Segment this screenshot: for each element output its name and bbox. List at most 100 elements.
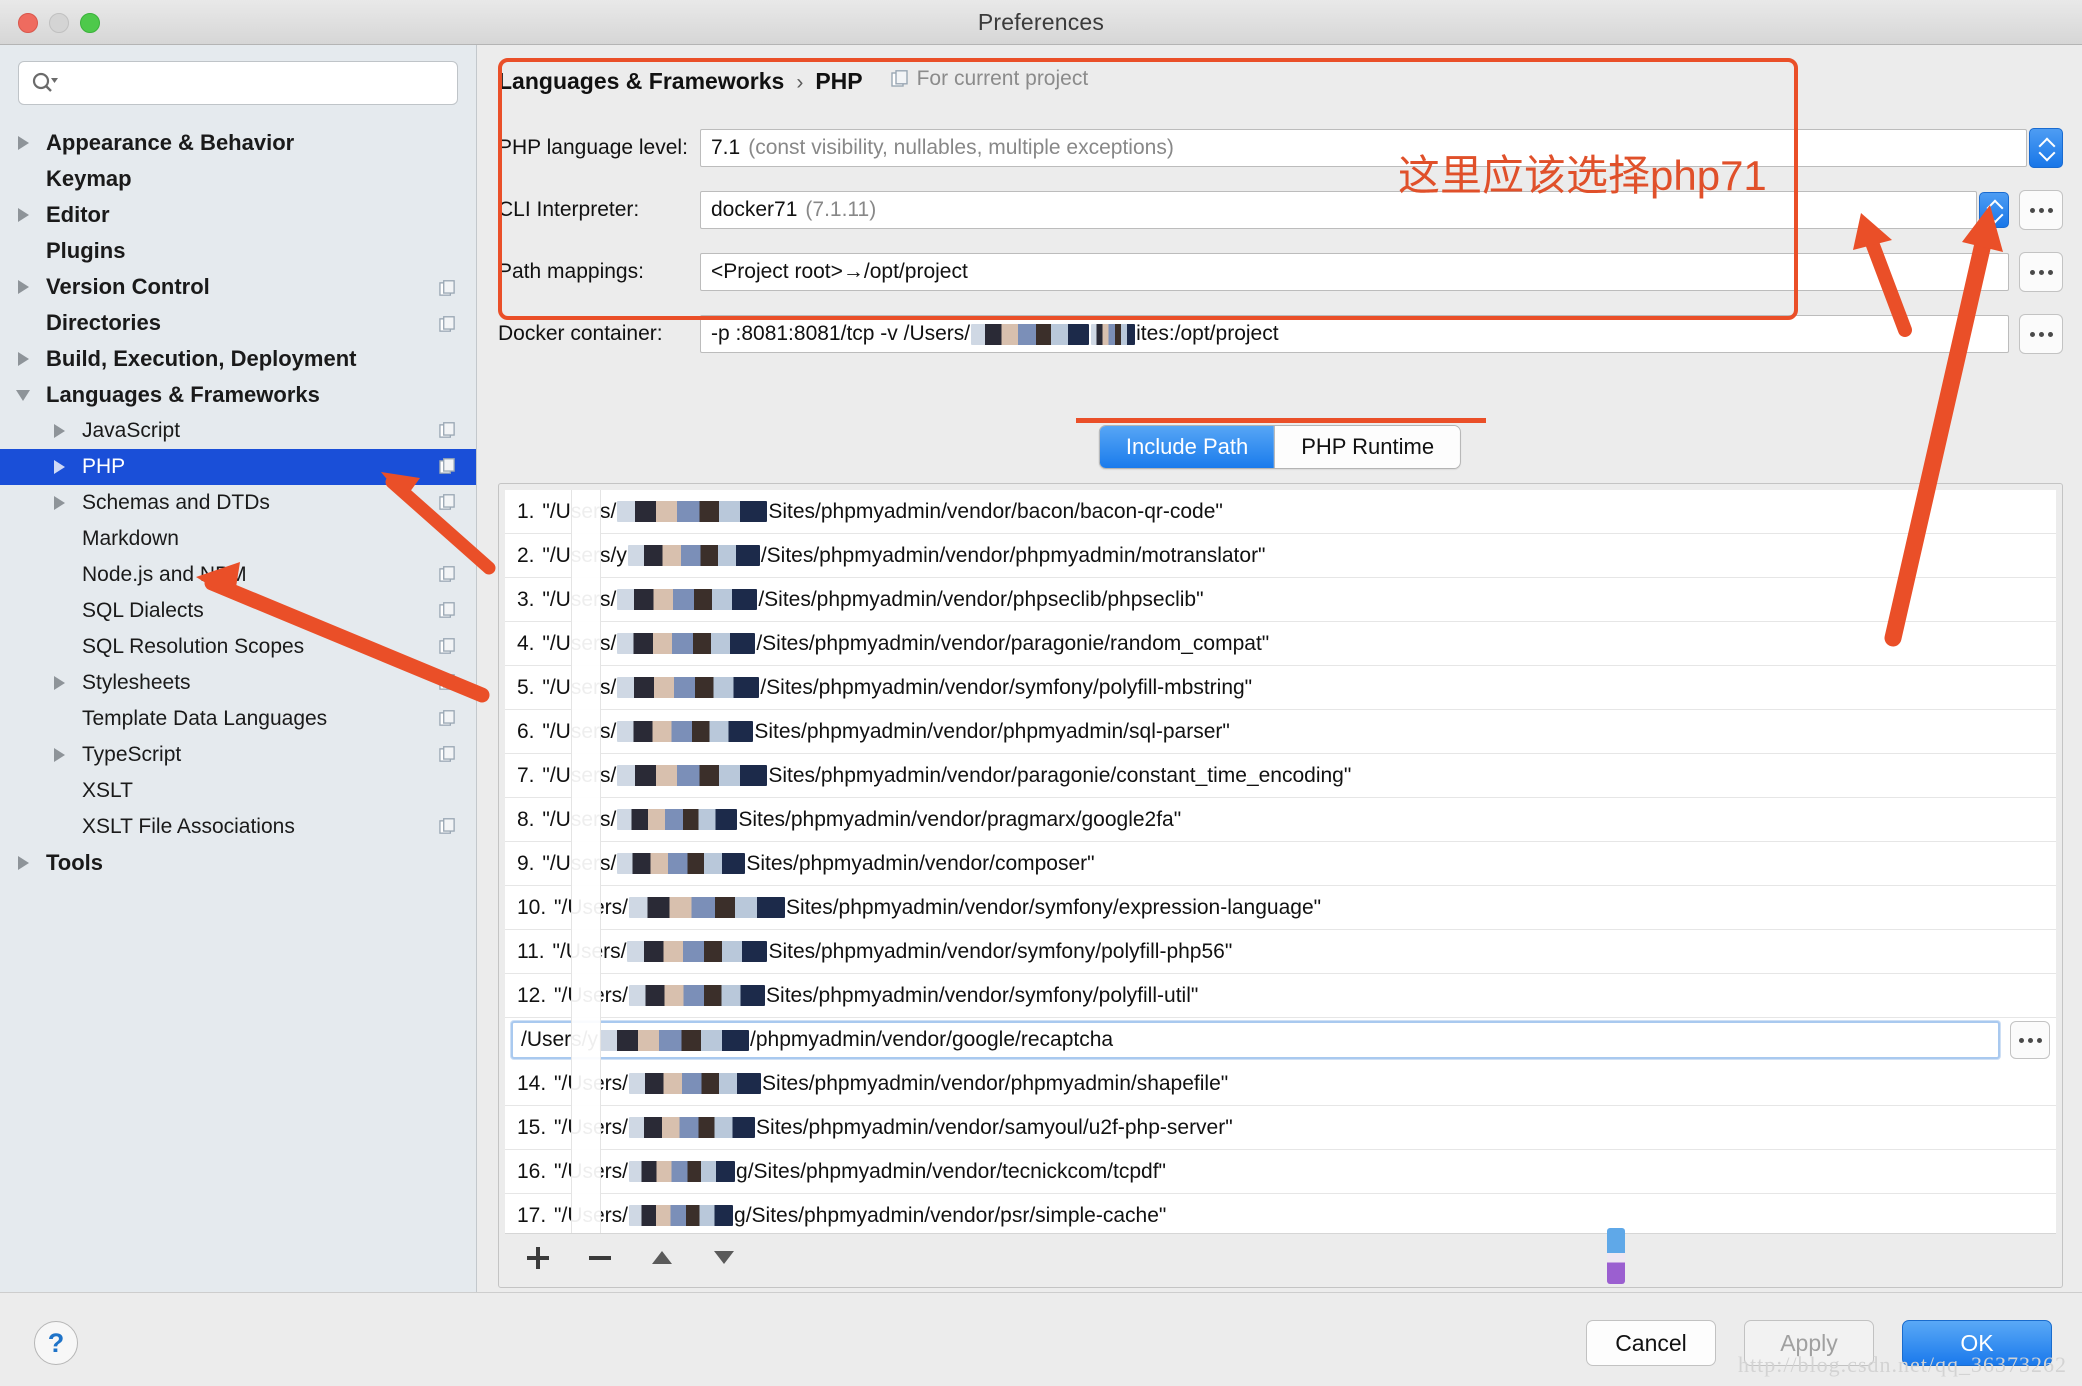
sidebar-item-tools[interactable]: Tools (0, 845, 476, 881)
sidebar-item-xslt[interactable]: XSLT (0, 773, 476, 809)
include-path-edit-row[interactable]: /Users/y/phpmyadmin/vendor/google/recapt… (505, 1018, 2056, 1062)
php-language-level-stepper[interactable] (2029, 128, 2063, 168)
sidebar-item-editor[interactable]: Editor (0, 197, 476, 233)
include-path-list[interactable]: 1. "/Users/Sites/phpmyadmin/vendor/bacon… (505, 490, 2056, 1233)
sidebar-item-directories[interactable]: Directories (0, 305, 476, 341)
tree-twisty[interactable] (8, 352, 38, 366)
sidebar-item-label: Directories (46, 310, 161, 335)
help-button[interactable]: ? (34, 1321, 78, 1365)
include-path-row[interactable]: 2. "/Users/y/Sites/phpmyadmin/vendor/php… (505, 534, 2056, 578)
cli-interpreter-stepper[interactable] (1979, 192, 2009, 228)
sidebar-item-xslt-file-associations[interactable]: XSLT File Associations (0, 809, 476, 845)
sidebar-item-plugins[interactable]: Plugins (0, 233, 476, 269)
tab-php-runtime[interactable]: PHP Runtime (1274, 426, 1461, 468)
include-path-row[interactable]: 5. "/Users//Sites/phpmyadmin/vendor/symf… (505, 666, 2056, 710)
sidebar-item-label: SQL Dialects (82, 599, 204, 622)
search-box[interactable] (18, 61, 458, 105)
sidebar-item-node-js-and-npm[interactable]: Node.js and NPM (0, 557, 476, 593)
sidebar-item-php[interactable]: PHP (0, 449, 476, 485)
include-path-browse-button[interactable] (2010, 1021, 2050, 1059)
include-path-row[interactable]: 4. "/Users//Sites/phpmyadmin/vendor/para… (505, 622, 2056, 666)
close-button[interactable] (18, 12, 38, 33)
include-path-row[interactable]: 3. "/Users//Sites/phpmyadmin/vendor/phps… (505, 578, 2056, 622)
sidebar-item-template-data-languages[interactable]: Template Data Languages (0, 701, 476, 737)
include-path-row[interactable]: 6. "/Users/Sites/phpmyadmin/vendor/phpmy… (505, 710, 2056, 754)
redacted-username (617, 589, 758, 610)
include-path-row[interactable]: 12. "/Users/Sites/phpmyadmin/vendor/symf… (505, 974, 2056, 1018)
cli-interpreter-browse-button[interactable] (2019, 190, 2063, 230)
include-path-row[interactable]: 9. "/Users/Sites/phpmyadmin/vendor/compo… (505, 842, 2056, 886)
sidebar-item-version-control[interactable]: Version Control (0, 269, 476, 305)
settings-sidebar: Appearance & Behavior Keymap Editor Plugins… (0, 45, 477, 1292)
path-mappings-browse-button[interactable] (2019, 252, 2063, 292)
tree-twisty[interactable] (8, 389, 38, 401)
tree-twisty[interactable] (8, 208, 38, 222)
search-input[interactable] (63, 72, 445, 94)
redacted-username (617, 809, 738, 830)
tree-twisty[interactable] (8, 856, 38, 870)
search-container (0, 45, 476, 105)
sidebar-item-sql-dialects[interactable]: SQL Dialects (0, 593, 476, 629)
cli-interpreter-row: CLI Interpreter: docker71 (7.1.11) (498, 185, 2063, 235)
tab-include-path[interactable]: Include Path (1099, 426, 1275, 468)
tree-twisty[interactable] (44, 424, 74, 438)
cli-interpreter-select[interactable]: docker71 (7.1.11) (700, 191, 1977, 229)
include-path-suffix: /Sites/phpmyadmin/vendor/phpseclib/phpse… (758, 587, 1204, 611)
sidebar-item-label: Build, Execution, Deployment (46, 346, 357, 371)
sidebar-item-label: PHP (82, 455, 126, 478)
sidebar-item-markdown[interactable]: Markdown (0, 521, 476, 557)
sidebar-item-label: Appearance & Behavior (46, 130, 295, 155)
tree-twisty[interactable] (44, 460, 74, 474)
sidebar-item-keymap[interactable]: Keymap (0, 161, 476, 197)
include-path-row[interactable]: 14. "/Users/Sites/phpmyadmin/vendor/phpm… (505, 1062, 2056, 1106)
tree-twisty[interactable] (8, 280, 38, 294)
cancel-button[interactable]: Cancel (1586, 1320, 1716, 1366)
sidebar-item-javascript[interactable]: JavaScript (0, 413, 476, 449)
include-path-index: 8. (517, 807, 535, 831)
include-path-row[interactable]: 15. "/Users/Sites/phpmyadmin/vendor/samy… (505, 1106, 2056, 1150)
docker-container-browse-button[interactable] (2019, 314, 2063, 354)
sidebar-item-label: XSLT (82, 779, 133, 802)
path-mappings-control: <Project root>→/opt/project (700, 252, 2063, 292)
tree-twisty[interactable] (44, 748, 74, 762)
sidebar-item-sql-resolution-scopes[interactable]: SQL Resolution Scopes (0, 629, 476, 665)
sidebar-item-languages-frameworks[interactable]: Languages & Frameworks (0, 377, 476, 413)
sidebar-item-schemas-and-dtds[interactable]: Schemas and DTDs (0, 485, 476, 521)
redacted-username (1091, 323, 1136, 345)
move-down-icon[interactable] (709, 1243, 739, 1273)
include-path-index: 14. (517, 1071, 547, 1095)
include-path-row[interactable]: 7. "/Users/Sites/phpmyadmin/vendor/parag… (505, 754, 2056, 798)
minimize-button[interactable] (49, 12, 69, 33)
include-path-row[interactable]: 16. "/Users/g/Sites/phpmyadmin/vendor/te… (505, 1150, 2056, 1194)
tree-twisty[interactable] (44, 676, 74, 690)
list-scroll-overlay (571, 490, 601, 1233)
include-path-row[interactable]: 11. "/Users/Sites/phpmyadmin/vendor/symf… (505, 930, 2056, 974)
tree-twisty[interactable] (44, 496, 74, 510)
zoom-button[interactable] (80, 12, 100, 33)
copy-badge-icon (439, 422, 456, 440)
docker-container-control: -p :8081:8081/tcp -v /Users/ ites:/opt/p… (700, 314, 2063, 354)
include-path-row[interactable]: 1. "/Users/Sites/phpmyadmin/vendor/bacon… (505, 490, 2056, 534)
move-up-icon[interactable] (647, 1243, 677, 1273)
add-icon[interactable] (523, 1243, 553, 1273)
sidebar-item-label: Tools (46, 850, 104, 875)
docker-container-field[interactable]: -p :8081:8081/tcp -v /Users/ ites:/opt/p… (700, 315, 2009, 353)
chevron-right-icon (53, 460, 65, 474)
include-path-row[interactable]: 17. "/Users/g/Sites/phpmyadmin/vendor/ps… (505, 1194, 2056, 1233)
php-language-level-select[interactable]: 7.1 (const visibility, nullables, multip… (700, 129, 2027, 167)
include-path-edit-field[interactable]: /Users/y/phpmyadmin/vendor/google/recapt… (511, 1021, 2000, 1059)
breadcrumb-parent[interactable]: Languages & Frameworks (498, 68, 784, 95)
include-path-row[interactable]: 10. "/Users/Sites/phpmyadmin/vendor/symf… (505, 886, 2056, 930)
tree-twisty[interactable] (8, 136, 38, 150)
sidebar-item-appearance-behavior[interactable]: Appearance & Behavior (0, 125, 476, 161)
sidebar-item-build-execution-deployment[interactable]: Build, Execution, Deployment (0, 341, 476, 377)
sidebar-item-stylesheets[interactable]: Stylesheets (0, 665, 476, 701)
cli-interpreter-control: docker71 (7.1.11) (700, 190, 2063, 230)
remove-icon[interactable] (585, 1243, 615, 1273)
cli-interpreter-value: docker71 (711, 198, 798, 221)
include-path-row[interactable]: 8. "/Users/Sites/phpmyadmin/vendor/pragm… (505, 798, 2056, 842)
path-mappings-field[interactable]: <Project root>→/opt/project (700, 253, 2009, 291)
vertical-scrollbar-thumb[interactable] (1607, 1228, 1625, 1284)
annotation-note: 这里应该选择php71 (1398, 152, 1767, 199)
sidebar-item-typescript[interactable]: TypeScript (0, 737, 476, 773)
